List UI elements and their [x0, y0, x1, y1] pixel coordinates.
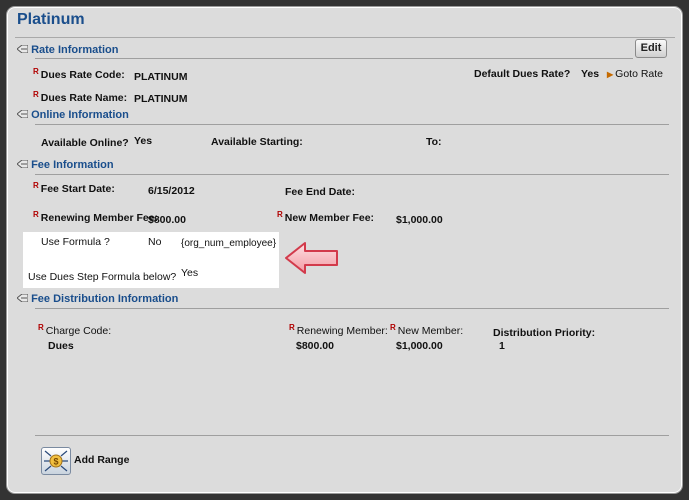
new-member-value: $1,000.00	[396, 340, 443, 352]
formula-expression: {org_num_employee}	[181, 238, 277, 249]
add-range-glyph-icon: $	[44, 450, 68, 472]
svg-text:$: $	[53, 457, 58, 467]
rate-info-title: Rate Information	[31, 44, 119, 56]
dues-rate-code-label: R Dues Rate Code:	[33, 67, 125, 81]
callout-arrow-icon	[285, 242, 338, 274]
fee-dist-title: Fee Distribution Information	[31, 293, 179, 305]
title-divider	[15, 37, 675, 38]
required-marker: R	[33, 90, 39, 99]
required-marker: R	[33, 67, 39, 76]
dues-rate-name-label: R Dues Rate Name:	[33, 90, 128, 104]
use-formula-value: No	[148, 236, 162, 248]
section-collapse-icon[interactable]	[16, 44, 29, 54]
goto-rate-link[interactable]: ▶ Goto Rate	[607, 68, 663, 80]
new-member-fee-label: R New Member Fee:	[277, 210, 375, 224]
available-online-label: Available Online?	[41, 137, 129, 149]
charge-code-label: R Charge Code:	[38, 323, 112, 337]
dues-rate-panel: Platinum Rate Information Edit R Dues Rat…	[6, 6, 683, 494]
charge-code-value: Dues	[48, 340, 74, 352]
fee-start-date-value: 6/15/2012	[148, 185, 195, 197]
new-member-fee-value: $1,000.00	[396, 214, 443, 226]
use-formula-label: Use Formula ?	[41, 236, 110, 248]
required-marker: R	[390, 323, 396, 332]
default-dues-rate-label: Default Dues Rate?	[474, 68, 571, 80]
rate-info-divider	[35, 58, 633, 59]
fee-info-section-header[interactable]: Fee Information	[16, 159, 114, 171]
distribution-priority-value: 1	[499, 340, 505, 352]
fee-end-date-label: Fee End Date:	[285, 186, 356, 198]
edit-button[interactable]: Edit	[635, 39, 667, 58]
section-collapse-icon[interactable]	[16, 293, 29, 303]
available-online-value: Yes	[134, 135, 153, 147]
bottom-divider	[35, 435, 669, 436]
online-info-section-header[interactable]: Online Information	[16, 109, 129, 121]
required-marker: R	[33, 181, 39, 190]
distribution-priority-label: Distribution Priority:	[493, 327, 596, 339]
fee-start-date-label: R Fee Start Date:	[33, 181, 115, 195]
fee-info-title: Fee Information	[31, 159, 114, 171]
goto-arrow-icon: ▶	[607, 70, 614, 79]
fee-info-divider	[35, 174, 669, 175]
available-starting-label: Available Starting:	[211, 136, 303, 148]
dues-rate-name-value: PLATINUM	[134, 93, 188, 105]
use-dues-step-formula-value: Yes	[181, 267, 199, 279]
section-collapse-icon[interactable]	[16, 109, 29, 119]
renewing-member-label: R Renewing Member:	[289, 323, 388, 337]
required-marker: R	[33, 210, 39, 219]
available-to-label: To:	[426, 136, 442, 148]
rate-info-section-header[interactable]: Rate Information	[16, 44, 119, 56]
online-info-title: Online Information	[31, 109, 129, 121]
section-collapse-icon[interactable]	[16, 159, 29, 169]
required-marker: R	[277, 210, 283, 219]
required-marker: R	[289, 323, 295, 332]
default-dues-rate-value: Yes	[581, 68, 600, 80]
renewing-member-fee-value: $800.00	[148, 214, 186, 226]
required-marker: R	[38, 323, 44, 332]
page-title: Platinum	[17, 11, 85, 28]
renewing-member-value: $800.00	[296, 340, 334, 352]
add-range-link[interactable]: Add Range	[74, 454, 129, 466]
window-frame: Platinum Rate Information Edit R Dues Rat…	[0, 0, 689, 500]
fee-dist-divider	[35, 308, 669, 309]
online-info-divider	[35, 124, 669, 125]
dues-rate-code-value: PLATINUM	[134, 71, 188, 83]
renewing-member-fee-label: R Renewing Member Fee:	[33, 210, 159, 224]
new-member-label: R New Member:	[390, 323, 464, 337]
fee-dist-section-header[interactable]: Fee Distribution Information	[16, 293, 179, 305]
use-dues-step-formula-label: Use Dues Step Formula below?	[28, 271, 177, 283]
add-range-icon[interactable]: $	[41, 447, 71, 475]
